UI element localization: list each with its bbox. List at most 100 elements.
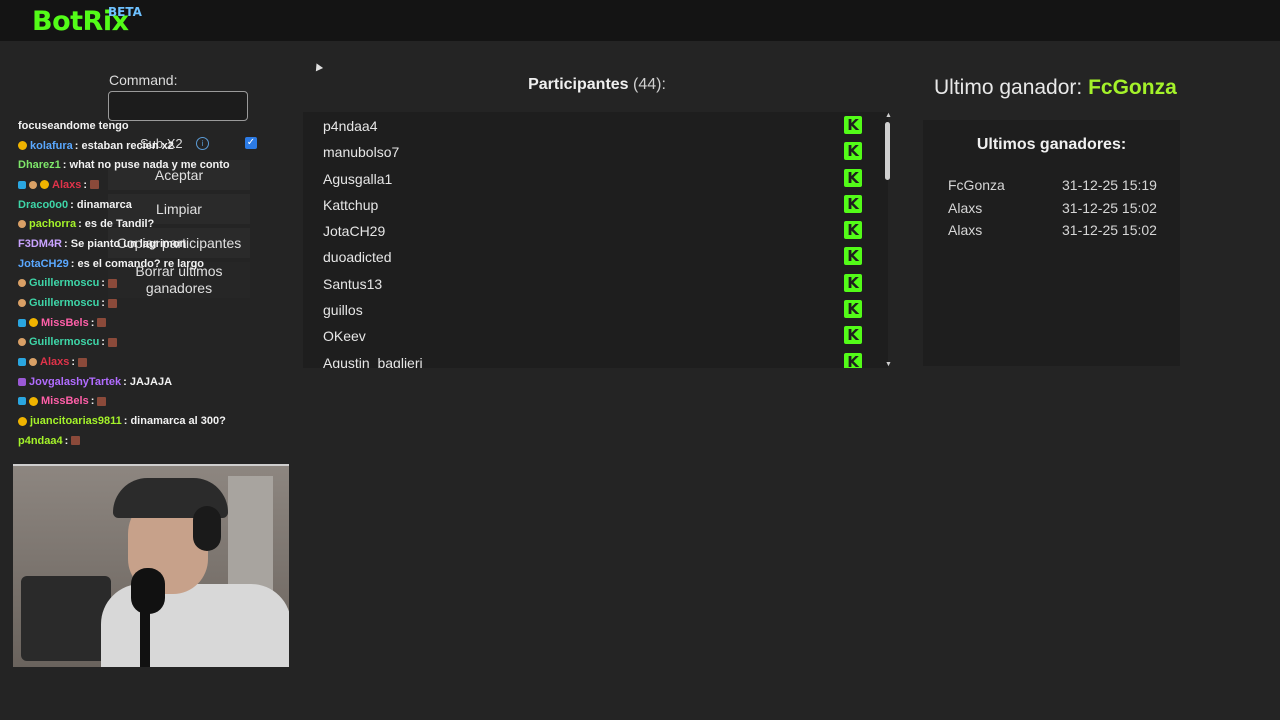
chat-username[interactable]: Dharez1: [18, 159, 61, 171]
scroll-down-icon[interactable]: ▼: [885, 361, 892, 368]
emote-icon: [71, 436, 81, 446]
kick-icon: K: [844, 273, 862, 292]
chat-text: : es el comando? re largo: [70, 257, 205, 270]
chat-message: Alaxs:: [18, 352, 288, 372]
emote-icon: [90, 180, 100, 190]
winner-row: Alaxs 31-12-25 15:02: [948, 222, 1163, 238]
gold-badge-icon: [18, 141, 27, 151]
blue-badge-icon: [18, 397, 26, 406]
chat-username[interactable]: Guillermoscu: [29, 277, 99, 289]
chat-message: Alaxs:: [18, 175, 288, 195]
winner-name: Alaxs: [948, 199, 983, 216]
participant-row[interactable]: duoadicted K: [303, 243, 888, 269]
participant-name: duoadicted: [323, 249, 392, 266]
kick-icon: K: [844, 116, 862, 134]
emote-icon: [97, 396, 107, 406]
chat-username[interactable]: kolafura: [30, 140, 73, 152]
chat-username[interactable]: MissBels: [41, 395, 89, 407]
chat-username[interactable]: p4ndaa4: [18, 435, 63, 447]
participant-row[interactable]: guillos K: [303, 296, 888, 322]
skin-badge-icon: [18, 338, 26, 347]
winner-name: Alaxs: [948, 222, 983, 238]
emote-icon: [107, 337, 117, 347]
recent-winners-panel: Ultimos ganadores: FcGonza 31-12-25 15:19…: [923, 120, 1180, 366]
command-label: Command:: [109, 72, 178, 88]
last-winner: Ultimo ganador: FcGonza: [934, 76, 1177, 100]
beta-badge: BETA: [108, 5, 142, 19]
chat-text: :: [101, 277, 105, 290]
chat-message: Guillermoscu:: [18, 274, 288, 294]
webcam-feed: [13, 464, 289, 667]
participant-name: p4ndaa4: [323, 118, 378, 134]
participants-title: Participantes (44):: [303, 76, 891, 94]
blue-badge-icon: [18, 358, 26, 367]
gold-badge-icon: [29, 318, 38, 328]
participant-row[interactable]: p4ndaa4 K: [303, 112, 888, 138]
drum-kit: [21, 576, 111, 661]
chat-message: focuseandome tengo: [18, 116, 288, 136]
chat-text: :: [90, 395, 95, 408]
chat-message: Guillermoscu:: [18, 293, 288, 313]
kick-icon: K: [844, 168, 862, 187]
chat-text: :: [71, 356, 76, 369]
participants-label: Participantes: [528, 76, 629, 93]
chat-username[interactable]: Alaxs: [52, 179, 81, 191]
chat-message: kolafura: estaban recien x2: [18, 136, 288, 156]
skin-badge-icon: [18, 220, 26, 229]
chat-username[interactable]: Draco0o0: [18, 199, 68, 211]
chat-text: :: [90, 316, 95, 329]
chat-username[interactable]: JovgalashyTartek: [29, 376, 121, 388]
chat-username[interactable]: MissBels: [41, 317, 89, 329]
chat-message: MissBels:: [18, 313, 288, 333]
emote-icon: [97, 318, 107, 328]
participant-row[interactable]: JotaCH29 K: [303, 217, 888, 243]
webcam-window: [228, 476, 273, 596]
scrollbar-thumb[interactable]: [885, 122, 890, 180]
winner-name: FcGonza: [948, 177, 1005, 193]
participants-count: (44):: [633, 76, 666, 93]
chat-message: Dharez1: what no puse nada y me conto: [18, 155, 288, 175]
stream-chat-overlay: focuseandome tengo kolafura: estaban reci…: [18, 116, 288, 451]
emote-icon: [107, 298, 117, 308]
chat-text: :: [83, 178, 88, 191]
gold-badge-icon: [29, 396, 38, 406]
chat-text: : dinamarca al 300?: [123, 415, 226, 428]
chat-username[interactable]: F3DM4R: [18, 238, 62, 250]
winner-date: 31-12-25 15:02: [1062, 199, 1157, 216]
chat-username[interactable]: pachorra: [29, 218, 76, 230]
chat-username[interactable]: Guillermoscu: [29, 336, 99, 348]
emote-icon: [107, 278, 117, 288]
chat-text: : es de Tandil?: [78, 218, 155, 231]
participant-name: Kattchup: [323, 196, 379, 213]
chat-username[interactable]: Guillermoscu: [29, 297, 99, 309]
skin-badge-icon: [29, 180, 37, 189]
participant-row[interactable]: Santus13 K: [303, 270, 888, 296]
participant-row[interactable]: manubolso7 K: [303, 138, 888, 164]
participant-row[interactable]: Agustin_baglieri K: [303, 349, 888, 368]
chat-username[interactable]: juancitoarias9811: [30, 415, 122, 427]
chat-username[interactable]: Alaxs: [40, 356, 69, 368]
participant-row[interactable]: Kattchup K: [303, 191, 888, 217]
chat-message: Draco0o0: dinamarca: [18, 195, 288, 215]
skin-badge-icon: [29, 358, 37, 367]
kick-icon: K: [844, 194, 862, 213]
participant-row[interactable]: Agusgalla1 K: [303, 165, 888, 191]
scroll-up-icon[interactable]: ▲: [885, 112, 892, 119]
chat-text: : dinamarca: [70, 198, 132, 211]
chat-text: :: [101, 297, 105, 310]
winner-row: Alaxs 31-12-25 15:02: [948, 200, 1163, 216]
chat-message: p4ndaa4:: [18, 431, 288, 451]
participant-name: JotaCH29: [323, 223, 386, 240]
participants-list[interactable]: p4ndaa4 Kmanubolso7 K Agusgalla1 K Kattchup K J…: [303, 112, 888, 368]
chat-message: Guillermoscu:: [18, 333, 288, 353]
chat-text: : what no puse nada y me conto: [62, 159, 230, 172]
chat-message: MissBels:: [18, 392, 288, 412]
purple-badge-icon: [18, 377, 26, 386]
blue-badge-icon: [18, 180, 26, 189]
chat-username[interactable]: JotaCH29: [18, 258, 69, 270]
participants-scrollbar[interactable]: ▲ ▼: [884, 112, 892, 368]
gold-badge-icon: [18, 416, 27, 426]
chat-text: :: [101, 336, 105, 349]
last-winner-name: FcGonza: [1088, 76, 1177, 99]
participant-row[interactable]: OKeev K: [303, 322, 888, 348]
